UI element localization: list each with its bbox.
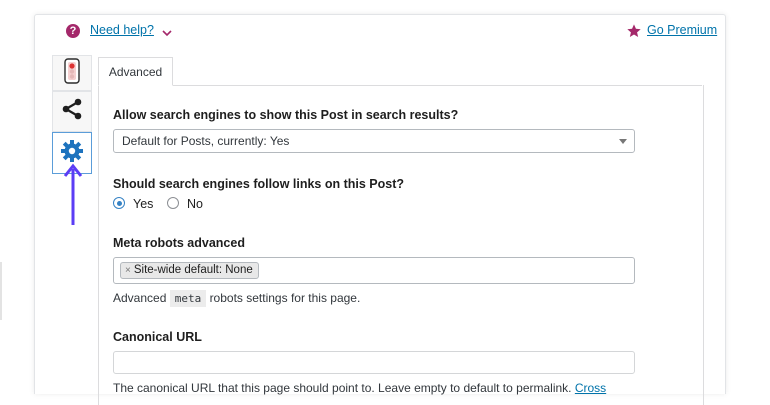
need-help-link[interactable]: Need help? xyxy=(90,23,154,37)
canonical-url-label: Canonical URL xyxy=(113,330,202,344)
left-edge-bar xyxy=(0,262,2,320)
meta-robots-chip-label: Site-wide default: None xyxy=(133,264,253,276)
remove-chip-icon[interactable]: × xyxy=(125,265,131,276)
side-tab-readability[interactable] xyxy=(52,55,92,91)
annotation-arrow-icon xyxy=(63,163,83,232)
meta-robots-label: Meta robots advanced xyxy=(113,236,245,250)
search-visibility-select[interactable]: Default for Posts, currently: Yes xyxy=(113,129,635,153)
side-tab-social[interactable] xyxy=(52,91,92,132)
follow-links-no-radio[interactable] xyxy=(167,197,179,209)
follow-links-label: Should search engines follow links on th… xyxy=(113,177,405,191)
search-visibility-value: Default for Posts, currently: Yes xyxy=(122,134,290,148)
go-premium-link[interactable]: Go Premium xyxy=(647,23,717,37)
follow-links-no-label[interactable]: No xyxy=(187,197,203,211)
share-icon xyxy=(61,98,83,125)
canonical-url-input[interactable] xyxy=(113,351,635,374)
tab-strip-divider xyxy=(98,85,702,86)
chevron-down-icon[interactable] xyxy=(162,24,172,42)
follow-links-yes-label[interactable]: Yes xyxy=(133,197,153,211)
traffic-light-icon xyxy=(64,57,80,89)
meta-code: meta xyxy=(169,290,207,307)
meta-robots-description: Advanced meta robots settings for this p… xyxy=(113,290,361,307)
tab-advanced[interactable]: Advanced xyxy=(98,57,173,86)
meta-robots-multiselect[interactable]: × Site-wide default: None xyxy=(113,257,635,284)
search-visibility-label: Allow search engines to show this Post i… xyxy=(113,108,459,122)
meta-robots-desc-end: robots settings for this page. xyxy=(209,291,361,305)
meta-robots-desc-start: Advanced xyxy=(113,291,167,305)
help-icon[interactable]: ? xyxy=(66,24,80,38)
star-icon xyxy=(626,23,642,44)
select-caret-icon xyxy=(619,139,627,144)
follow-links-yes-radio[interactable] xyxy=(113,197,125,209)
meta-robots-chip[interactable]: × Site-wide default: None xyxy=(120,262,259,279)
